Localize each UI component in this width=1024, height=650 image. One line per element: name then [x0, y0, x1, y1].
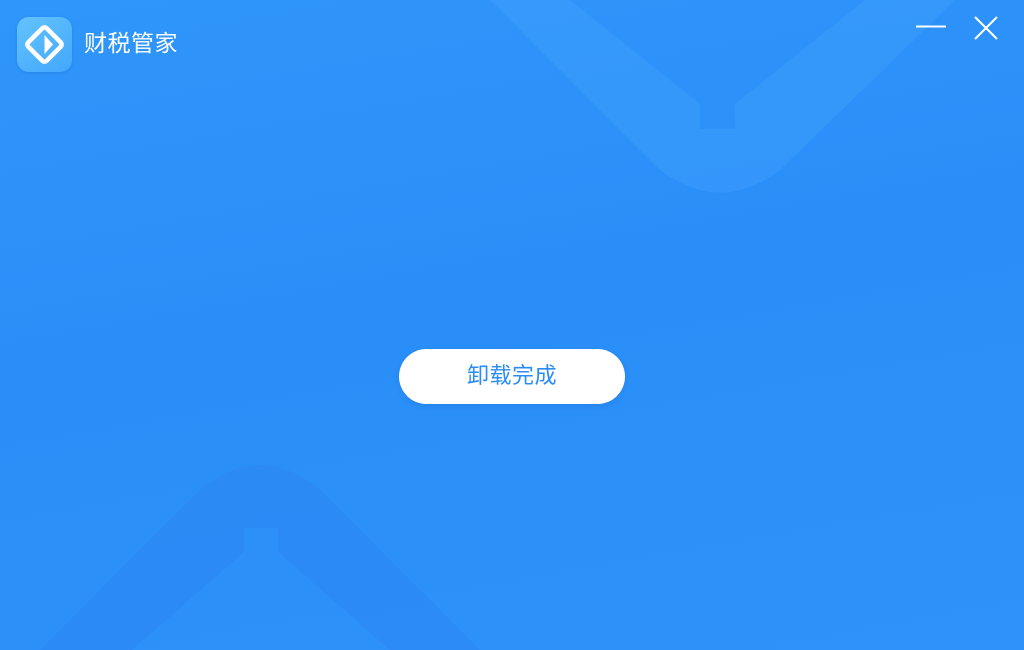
minimize-button[interactable] — [914, 12, 948, 46]
background-decoration — [40, 0, 955, 650]
app-title: 财税管家 — [84, 31, 178, 57]
app-logo-icon — [17, 17, 72, 72]
minimize-icon — [916, 25, 946, 28]
close-button[interactable] — [969, 12, 1003, 46]
uninstaller-window: 财税管家 卸载完成 — [0, 0, 1024, 650]
close-icon — [974, 16, 998, 40]
uninstall-complete-button[interactable]: 卸载完成 — [399, 349, 625, 404]
